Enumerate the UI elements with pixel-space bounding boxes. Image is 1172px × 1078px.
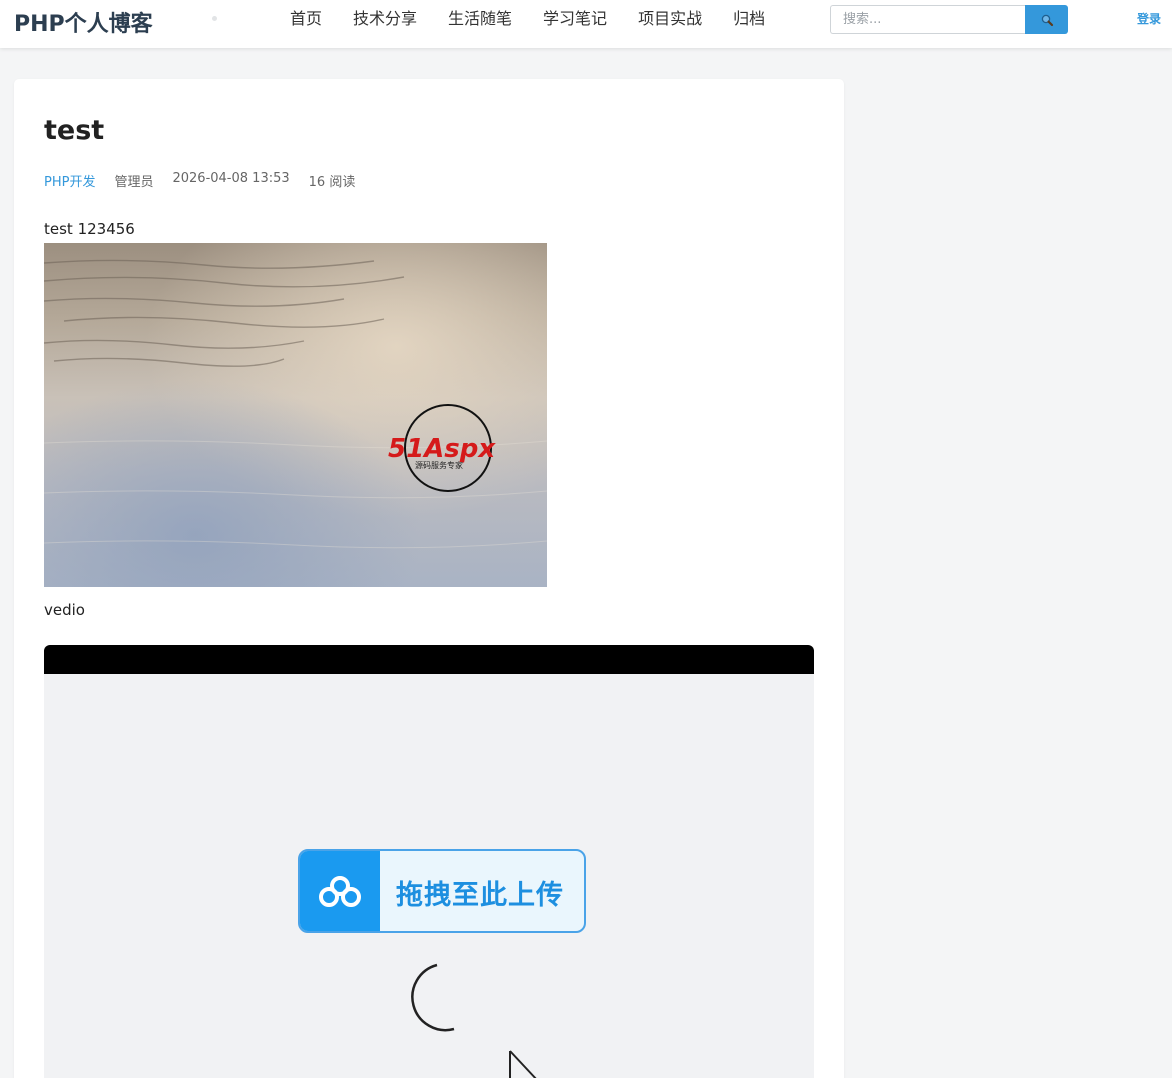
- cursor-arrow-icon: [509, 1050, 537, 1078]
- article-image: 51Aspx 源码服务专家: [44, 243, 547, 587]
- main-nav: 首页 技术分享 生活随笔 学习笔记 项目实战 归档: [290, 8, 796, 30]
- video-top-bar: [44, 645, 814, 674]
- loading-spinner-icon: [411, 963, 455, 1032]
- nav-item-study[interactable]: 学习笔记: [543, 8, 607, 30]
- category-link[interactable]: PHP开发: [44, 171, 95, 190]
- watermark-sub: 源码服务专家: [415, 460, 463, 470]
- upload-drop-button[interactable]: 拖拽至此上传: [298, 849, 586, 933]
- login-link[interactable]: 登录: [1137, 10, 1161, 27]
- cloud-icon: [300, 851, 380, 931]
- nav-item-tech[interactable]: 技术分享: [353, 8, 417, 30]
- article-title: test: [44, 115, 105, 146]
- nav-item-projects[interactable]: 项目实战: [638, 8, 702, 30]
- search-icon: [1041, 14, 1053, 26]
- search-input[interactable]: [830, 5, 1026, 34]
- nav-item-home[interactable]: 首页: [290, 8, 322, 30]
- article-card: test PHP开发 管理员 2026-04-08 13:53 16 阅读 te…: [14, 79, 844, 1078]
- decorative-dot: [212, 16, 217, 21]
- site-logo[interactable]: PHP个人博客: [14, 6, 153, 38]
- nav-item-life[interactable]: 生活随笔: [448, 8, 512, 30]
- author: 管理员: [114, 175, 154, 190]
- article-meta: PHP开发 管理员 2026-04-08 13:53 16 阅读: [44, 171, 374, 190]
- video-player[interactable]: 拖拽至此上传: [44, 645, 814, 1078]
- view-count: 16 阅读: [308, 175, 356, 190]
- nav-item-archive[interactable]: 归档: [733, 8, 765, 30]
- top-navbar: PHP个人博客 首页 技术分享 生活随笔 学习笔记 项目实战 归档 登录: [0, 0, 1172, 48]
- search-button[interactable]: [1025, 5, 1068, 34]
- publish-datetime: 2026-04-08 13:53: [172, 171, 290, 186]
- upload-label: 拖拽至此上传: [396, 880, 564, 911]
- article-paragraph: test 123456: [44, 220, 135, 238]
- article-paragraph: vedio: [44, 601, 85, 619]
- watermark-logo: 51Aspx: [388, 434, 496, 464]
